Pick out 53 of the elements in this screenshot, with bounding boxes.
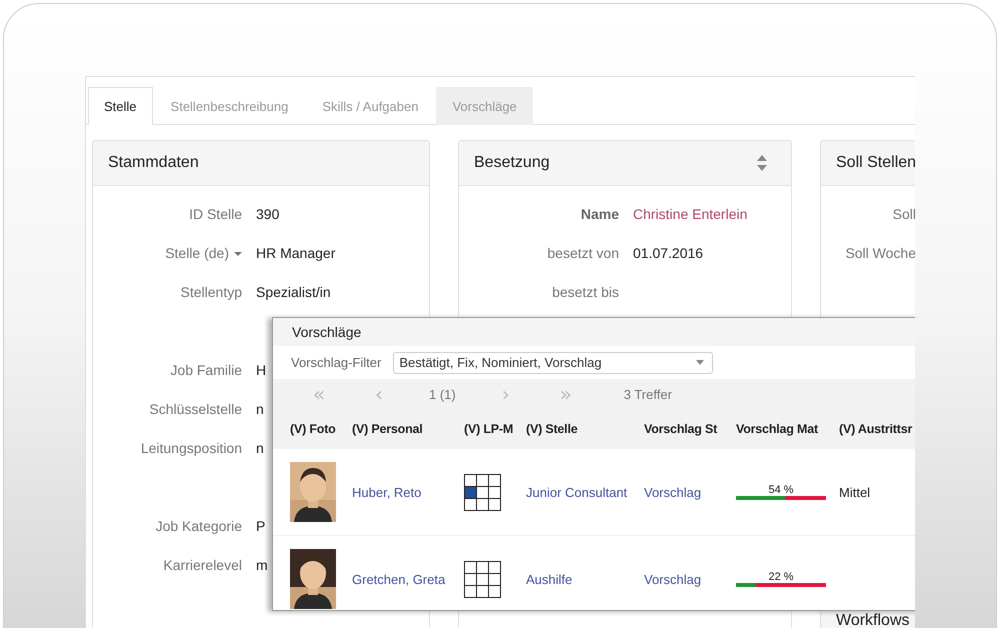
match-percent: 22 %: [768, 571, 794, 583]
panel-title: Soll Stellen: [836, 154, 915, 172]
column-header[interactable]: (V) Austrittsr: [839, 422, 915, 436]
result-count: 3 Treffer: [624, 386, 672, 402]
field-label: ID Stelle: [188, 205, 242, 224]
column-header[interactable]: (V) Personal: [352, 422, 464, 436]
field-label: Soll Woche: [844, 244, 915, 263]
position-link[interactable]: Aushilfe: [526, 572, 572, 586]
field-label: Schlüsselstelle: [148, 400, 242, 419]
status-link[interactable]: Vorschlag: [644, 572, 702, 586]
page-indicator: 1 (1): [429, 386, 456, 402]
field-value: 390: [256, 205, 280, 224]
matrix-grid: [464, 474, 501, 510]
field-label: Job Kategorie: [154, 517, 242, 536]
panel-title: Workflows: [836, 612, 910, 628]
field-value: H: [256, 361, 266, 380]
tab[interactable]: Stelle: [88, 87, 153, 125]
filter-label: Vorschlag-Filter: [291, 355, 382, 370]
column-header[interactable]: (V) Foto: [273, 422, 352, 436]
field-label: besetzt von: [546, 244, 619, 263]
field-value: n: [256, 400, 264, 419]
field-label: besetzt bis: [551, 283, 619, 302]
field-label: Karrierelevel: [162, 556, 242, 575]
person-link[interactable]: Huber, Reto: [352, 484, 422, 500]
column-header[interactable]: (V) Stelle: [526, 422, 644, 436]
status-link[interactable]: Vorschlag: [644, 484, 702, 500]
position-link[interactable]: Junior Consultant: [526, 484, 628, 500]
field-value: P: [256, 517, 266, 536]
panel-title: Besetzung: [474, 154, 550, 172]
field-value: n: [256, 439, 264, 458]
field-value: m: [256, 556, 268, 575]
column-header[interactable]: Vorschlag St: [644, 422, 736, 436]
field-value: HR Manager: [256, 244, 336, 263]
field-label: Leitungsposition: [140, 439, 242, 458]
field-label: Job Familie: [169, 361, 242, 380]
table-cell: Mittel: [839, 484, 870, 500]
match-percent: 54 %: [768, 484, 794, 496]
field-value: 01.07.2016: [633, 244, 704, 263]
caret-icon[interactable]: [234, 252, 242, 256]
field-label: Stellentyp: [180, 283, 242, 302]
field-value: Spezialist/in: [256, 283, 331, 302]
field-label: Soll: [892, 205, 915, 224]
panel-title: Stammdaten: [108, 154, 199, 172]
matrix-grid: [464, 560, 501, 598]
person-link[interactable]: Christine Enterlein: [633, 195, 748, 234]
column-header[interactable]: Vorschlag Mat: [736, 422, 839, 436]
sort-icon[interactable]: [756, 154, 768, 172]
field-label: Name: [580, 205, 619, 224]
filter-dropdown[interactable]: Bestätigt, Fix, Nominiert, Vorschlag: [393, 352, 714, 374]
field-label: Stelle (de): [93, 234, 242, 273]
column-header[interactable]: (V) LP-M: [464, 422, 526, 436]
person-link[interactable]: Gretchen, Greta: [352, 572, 446, 586]
dialog-title: Vorschläge: [292, 324, 362, 340]
